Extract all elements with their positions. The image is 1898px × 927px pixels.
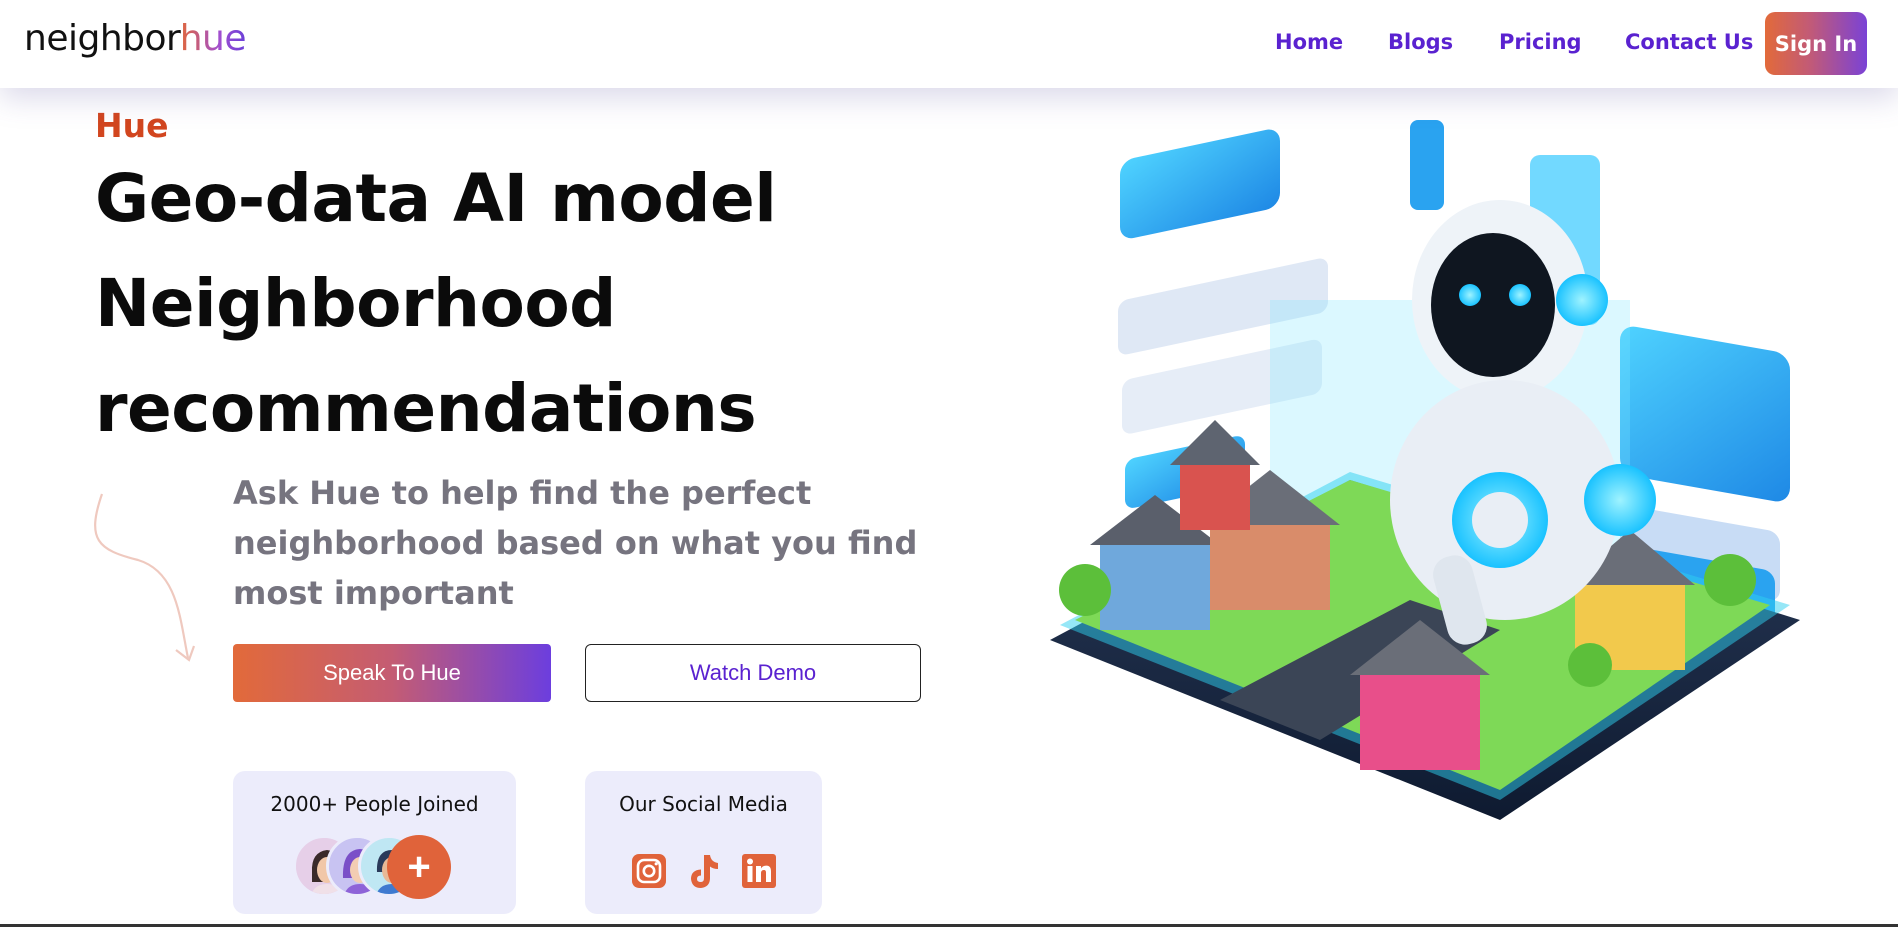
people-joined-card: 2000+ People Joined + (233, 771, 516, 914)
nav-contact-us[interactable]: Contact Us (1625, 30, 1753, 54)
social-media-title: Our Social Media (619, 792, 788, 816)
tiktok-icon[interactable] (684, 851, 724, 891)
top-navbar: neighborhue Home Blogs Pricing Contact U… (0, 0, 1898, 88)
speak-to-hue-button[interactable]: Speak To Hue (233, 644, 551, 702)
hero-subtext: Ask Hue to help find the perfect neighbo… (233, 474, 918, 612)
brand-logo[interactable]: neighborhue (24, 18, 246, 59)
social-media-card: Our Social Media (585, 771, 822, 914)
instagram-icon[interactable] (629, 851, 669, 891)
sign-in-button[interactable]: Sign In (1765, 12, 1867, 75)
headline-line-2: Neighborhood (95, 265, 616, 342)
logo-text-hue: hue (179, 18, 247, 59)
nav-pricing[interactable]: Pricing (1499, 30, 1582, 54)
nav-home[interactable]: Home (1275, 30, 1343, 54)
add-people-button[interactable]: + (387, 835, 451, 899)
house-icon (1170, 420, 1260, 530)
people-joined-title: 2000+ People Joined (270, 792, 479, 816)
nav-blogs[interactable]: Blogs (1388, 30, 1453, 54)
headline-line-1: Geo-data AI model (95, 160, 777, 237)
headline-line-3: recommendations (95, 370, 757, 447)
robot-neighborhood-illustration (1050, 120, 1800, 820)
hero-eyebrow: Hue (95, 106, 169, 145)
watch-demo-button[interactable]: Watch Demo (585, 644, 921, 702)
logo-text-neighbor: neighbor (24, 18, 180, 59)
decorative-arrow-icon (94, 493, 196, 662)
linkedin-icon[interactable] (739, 851, 779, 891)
